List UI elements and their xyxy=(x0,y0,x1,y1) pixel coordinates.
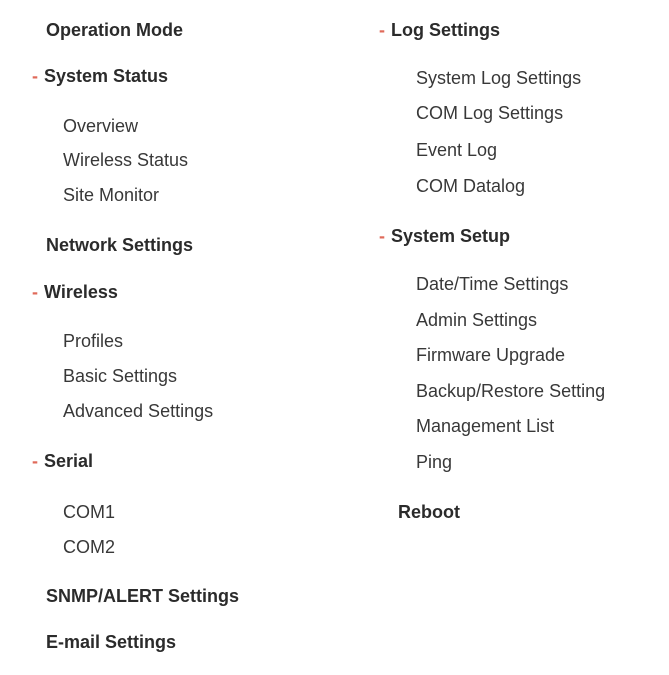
submenu-firmware-upgrade[interactable]: Firmware Upgrade xyxy=(416,346,565,364)
menu-operation-mode[interactable]: Operation Mode xyxy=(46,21,183,39)
menu-snmp-alert-settings[interactable]: SNMP/ALERT Settings xyxy=(46,587,239,605)
menu-system-setup[interactable]: - System Setup xyxy=(379,227,510,245)
submenu-basic-settings[interactable]: Basic Settings xyxy=(63,367,177,385)
menu-reboot[interactable]: Reboot xyxy=(398,503,460,521)
submenu-profiles[interactable]: Profiles xyxy=(63,332,123,350)
menu-wireless[interactable]: - Wireless xyxy=(32,283,118,301)
submenu-com2[interactable]: COM2 xyxy=(63,538,115,556)
expanded-marker: - xyxy=(379,20,385,40)
menu-wireless-label: Wireless xyxy=(44,282,118,302)
menu-email-settings[interactable]: E-mail Settings xyxy=(46,633,176,651)
submenu-system-log-settings[interactable]: System Log Settings xyxy=(416,69,581,87)
menu-reboot-label: Reboot xyxy=(398,502,460,522)
submenu-ping[interactable]: Ping xyxy=(416,453,452,471)
submenu-date-time-settings[interactable]: Date/Time Settings xyxy=(416,275,568,293)
expanded-marker: - xyxy=(32,66,38,86)
menu-operation-mode-label: Operation Mode xyxy=(46,20,184,40)
menu-system-status-label: System Status xyxy=(44,66,169,86)
submenu-com1[interactable]: COM1 xyxy=(63,503,115,521)
menu-network-settings-label: Network Settings xyxy=(46,235,194,255)
submenu-com-datalog[interactable]: COM Datalog xyxy=(416,177,525,195)
expanded-marker: - xyxy=(379,226,385,246)
submenu-wireless-status[interactable]: Wireless Status xyxy=(63,151,188,169)
menu-serial-label: Serial xyxy=(44,451,94,471)
submenu-advanced-settings[interactable]: Advanced Settings xyxy=(63,402,213,420)
menu-log-settings[interactable]: - Log Settings xyxy=(379,21,500,39)
menu-system-status[interactable]: - System Status xyxy=(32,67,168,85)
menu-snmp-alert-label: SNMP/ALERT Settings xyxy=(46,586,240,606)
submenu-event-log[interactable]: Event Log xyxy=(416,141,497,159)
submenu-admin-settings[interactable]: Admin Settings xyxy=(416,311,537,329)
menu-serial[interactable]: - Serial xyxy=(32,452,93,470)
submenu-management-list[interactable]: Management List xyxy=(416,417,554,435)
expanded-marker: - xyxy=(32,282,38,302)
submenu-com-log-settings[interactable]: COM Log Settings xyxy=(416,104,563,122)
menu-log-settings-label: Log Settings xyxy=(391,20,500,40)
submenu-site-monitor[interactable]: Site Monitor xyxy=(63,186,159,204)
submenu-overview[interactable]: Overview xyxy=(63,117,138,135)
menu-system-setup-label: System Setup xyxy=(391,226,511,246)
expanded-marker: - xyxy=(32,451,38,471)
menu-network-settings[interactable]: Network Settings xyxy=(46,236,193,254)
submenu-backup-restore-setting[interactable]: Backup/Restore Setting xyxy=(416,382,605,400)
menu-email-settings-label: E-mail Settings xyxy=(46,632,177,652)
